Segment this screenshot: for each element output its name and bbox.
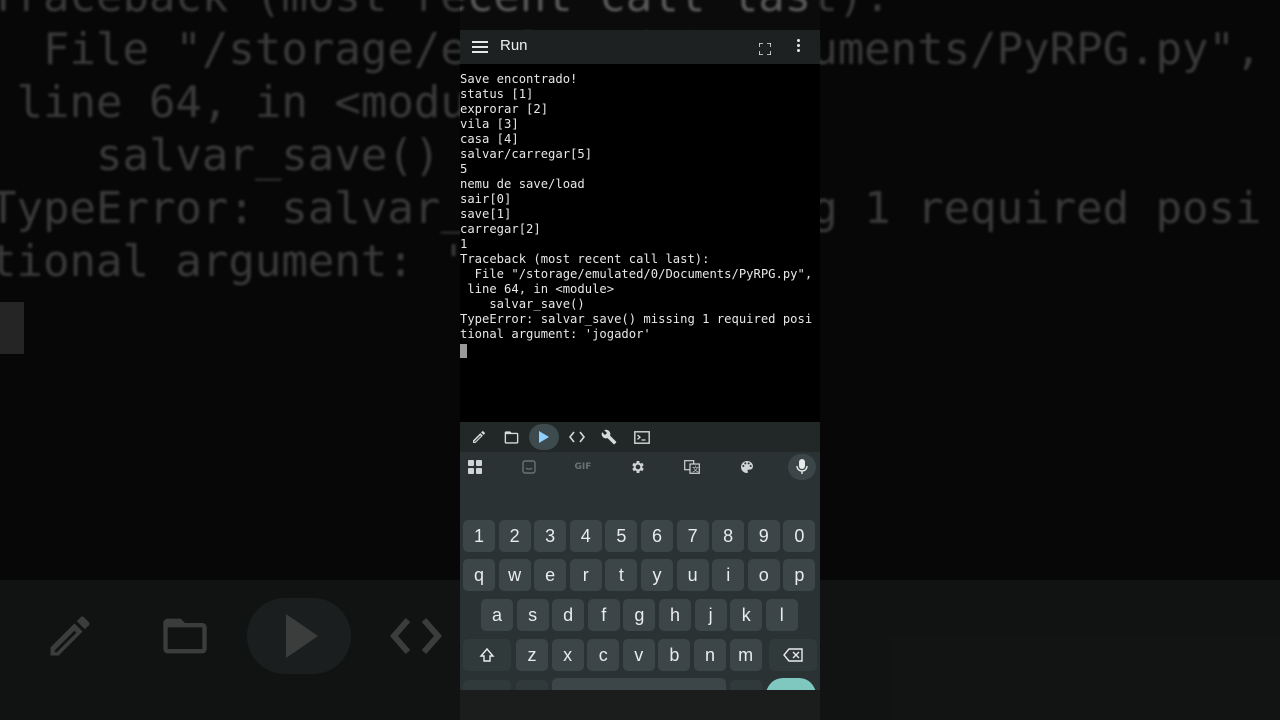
run-icon[interactable]: [529, 424, 559, 450]
key-7[interactable]: 7: [676, 520, 709, 552]
code-icon[interactable]: [563, 424, 591, 450]
key-s[interactable]: s: [516, 599, 549, 631]
shift-icon: [479, 647, 495, 662]
mic-icon[interactable]: [793, 458, 811, 476]
console-line: Traceback (most recent call last):: [460, 252, 710, 266]
folder-icon[interactable]: [497, 424, 525, 450]
key-2[interactable]: 2: [498, 520, 531, 552]
background-dim-right: [820, 0, 1280, 720]
settings-icon[interactable]: [629, 458, 647, 476]
console-line: TypeError: salvar_save() missing 1 requi…: [460, 312, 813, 326]
key-q[interactable]: q: [463, 559, 495, 591]
shift-key[interactable]: [463, 639, 511, 671]
console-line: exprorar [2]: [460, 102, 549, 116]
key-z[interactable]: z: [516, 639, 548, 671]
apps-grid-icon[interactable]: [466, 458, 484, 476]
key-m[interactable]: m: [729, 639, 762, 671]
key-g[interactable]: g: [623, 599, 656, 631]
edit-icon[interactable]: [465, 424, 493, 450]
console-line: 1: [460, 237, 468, 251]
key-d[interactable]: d: [552, 599, 585, 631]
key-h[interactable]: h: [659, 599, 691, 631]
palette-icon[interactable]: [738, 458, 756, 476]
key-p[interactable]: p: [783, 559, 816, 591]
backspace-icon: [783, 648, 803, 662]
key-f[interactable]: f: [587, 599, 620, 631]
key-3[interactable]: 3: [534, 520, 567, 552]
menu-icon[interactable]: [472, 38, 488, 56]
key-i[interactable]: i: [712, 559, 745, 591]
editor-toolbar: [460, 422, 820, 452]
key-n[interactable]: n: [694, 639, 726, 671]
key-k[interactable]: k: [730, 599, 763, 631]
console-output: Save encontrado! status [1] exprorar [2] vi…: [460, 72, 820, 342]
key-r[interactable]: r: [569, 559, 602, 591]
wrench-icon[interactable]: [595, 424, 623, 450]
page-title: Run: [500, 37, 528, 54]
key-o[interactable]: o: [747, 559, 780, 591]
key-v[interactable]: v: [622, 639, 655, 671]
console-line: File "/storage/emulated/0/Documents/PyRP…: [460, 267, 813, 281]
key-9[interactable]: 9: [747, 520, 780, 552]
background-dim-left: [0, 0, 460, 720]
console-line: vila [3]: [460, 117, 519, 131]
console-line: tional argument: 'jogador': [460, 327, 651, 341]
console-line: nemu de save/load: [460, 177, 585, 191]
terminal-icon[interactable]: [628, 424, 656, 450]
console-line: status [1]: [460, 87, 534, 101]
translate-icon[interactable]: 文: [683, 458, 701, 476]
key-t[interactable]: t: [605, 559, 638, 591]
key-y[interactable]: y: [641, 559, 673, 591]
period-key[interactable]: .: [730, 680, 762, 690]
phone-screen: Run Save encontrado! status [1] exprorar […: [460, 30, 820, 690]
symbols-key[interactable]: ?123: [463, 680, 511, 690]
app-bar: Run: [460, 30, 820, 64]
console-line: sair[0]: [460, 192, 512, 206]
key-x[interactable]: x: [551, 639, 584, 671]
key-j[interactable]: j: [694, 599, 727, 631]
key-a[interactable]: a: [481, 599, 513, 631]
key-4[interactable]: 4: [569, 520, 602, 552]
console-line: salvar/carregar[5]: [460, 147, 593, 161]
sticker-icon[interactable]: [520, 458, 538, 476]
key-l[interactable]: l: [765, 599, 798, 631]
key-0[interactable]: 0: [783, 520, 816, 552]
fullscreen-icon[interactable]: [758, 40, 772, 56]
svg-text:文: 文: [692, 465, 699, 474]
key-1[interactable]: 1: [463, 520, 495, 552]
key-8[interactable]: 8: [712, 520, 745, 552]
console-line: save[1]: [460, 207, 512, 221]
console-line: carregar[2]: [460, 222, 541, 236]
backspace-key[interactable]: [769, 639, 817, 671]
enter-key[interactable]: [766, 678, 816, 690]
soft-keyboard: GIF 文 1234567890 qwertyuiop asdfghjkl zxcvb…: [460, 452, 820, 690]
keyboard-suggestion-bar: GIF 文: [460, 452, 820, 482]
console-line: casa [4]: [460, 132, 519, 146]
key-5[interactable]: 5: [605, 520, 638, 552]
comma-key[interactable]: ,: [516, 680, 548, 690]
key-w[interactable]: w: [498, 559, 531, 591]
more-vert-icon[interactable]: [797, 39, 801, 55]
key-6[interactable]: 6: [641, 520, 673, 552]
key-u[interactable]: u: [676, 559, 709, 591]
key-b[interactable]: b: [658, 639, 691, 671]
key-c[interactable]: c: [587, 639, 620, 671]
key-e[interactable]: e: [534, 559, 567, 591]
gif-icon[interactable]: GIF: [571, 458, 595, 476]
console-line: Save encontrado!: [460, 72, 578, 86]
console-line: salvar_save(): [460, 297, 585, 311]
console-cursor[interactable]: [460, 344, 467, 358]
space-key[interactable]: [552, 678, 726, 690]
console-line: 5: [460, 162, 468, 176]
console-line: line 64, in <module>: [460, 282, 615, 296]
